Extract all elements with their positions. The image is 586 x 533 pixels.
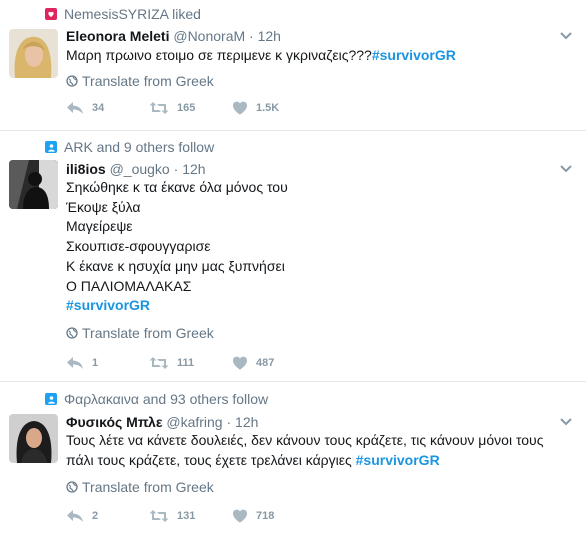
retweet-button[interactable]: 165 [149, 101, 232, 115]
tweet-line: Σκουπισε-σφουγγαρισε [66, 238, 211, 255]
tweet-context: Φαρλακαινα and 93 others follow [45, 391, 268, 407]
translate-label[interactable]: Translate from Greek [82, 325, 214, 341]
reply-icon [67, 357, 83, 369]
heart-icon [232, 356, 248, 370]
translate-link[interactable]: Translate from Greek [66, 73, 214, 89]
tweet-line: Μαρη πρωινο ετοιμο σε περιμενε κ γκριναζ… [66, 47, 372, 63]
tweet-line: πάλι τους κράζετε, τους έχετε τρελάνει κ… [66, 451, 352, 468]
heart-icon [232, 509, 248, 523]
tweet-actions: 2 131 718 [66, 509, 315, 523]
timestamp[interactable]: 12h [182, 161, 205, 177]
translate-link[interactable]: Translate from Greek [66, 325, 214, 341]
person-badge-icon [45, 393, 57, 405]
person-badge-icon [45, 141, 57, 153]
tweet-text: Τους λέτε να κάνετε δουλειές, δεν κάνουν… [66, 431, 578, 470]
avatar[interactable] [9, 160, 58, 209]
tweet-card[interactable]: Φαρλακαινα and 93 others follow Φυσικός … [0, 382, 586, 533]
tweet-text: Μαρη πρωινο ετοιμο σε περιμενε κ γκριναζ… [66, 46, 566, 66]
like-count: 1.5K [256, 102, 280, 114]
reply-icon [67, 102, 83, 114]
user-handle[interactable]: @NonoraM [173, 28, 245, 44]
tweet-text: Σηκώθηκε κ τα έκανε όλα μόνος του Έκοψε … [66, 178, 566, 316]
like-count: 718 [256, 510, 275, 522]
user-handle[interactable]: @_ougko [110, 161, 170, 177]
context-text[interactable]: NemesisSYRIZA liked [64, 6, 201, 22]
avatar[interactable] [9, 414, 58, 463]
reply-count: 2 [92, 510, 99, 522]
retweet-count: 131 [177, 510, 196, 522]
reply-count: 1 [92, 357, 99, 369]
retweet-icon [149, 510, 169, 522]
globe-icon [66, 327, 78, 339]
reply-icon [67, 510, 83, 522]
translate-label[interactable]: Translate from Greek [82, 479, 214, 495]
display-name[interactable]: Eleonora Meleti [66, 28, 169, 44]
tweet-line: Κ έκανε κ ησυχία μην μας ξυπνήσει [66, 257, 285, 274]
like-count: 487 [256, 357, 275, 369]
tweet-card[interactable]: NemesisSYRIZA liked Eleonora Meleti @Non… [0, 0, 586, 131]
timestamp[interactable]: 12h [235, 414, 258, 430]
heart-badge-icon [45, 8, 57, 20]
retweet-button[interactable]: 111 [149, 356, 232, 370]
chevron-down-icon[interactable] [559, 31, 573, 41]
user-handle[interactable]: @kafring [166, 414, 222, 430]
tweet-line: Τους λέτε να κάνετε δουλειές, δεν κάνουν… [66, 432, 544, 448]
reply-button[interactable]: 1 [66, 356, 149, 370]
like-button[interactable]: 1.5K [232, 101, 315, 115]
retweet-button[interactable]: 131 [149, 509, 232, 523]
avatar[interactable] [9, 29, 58, 78]
display-name[interactable]: ili8ios [66, 161, 106, 177]
globe-icon [66, 75, 78, 87]
context-text[interactable]: ARK and 9 others follow [64, 139, 214, 155]
globe-icon [66, 481, 78, 493]
tweet-actions: 1 111 487 [66, 356, 315, 370]
tweet-line: Ο ΠΑΛΙΟΜΑΛΑΚΑΣ [66, 277, 192, 294]
retweet-count: 111 [177, 357, 195, 369]
hashtag-link[interactable]: #survivorGR [356, 452, 440, 468]
tweet-actions: 34 165 1.5K [66, 101, 315, 115]
translate-label[interactable]: Translate from Greek [82, 73, 214, 89]
reply-count: 34 [92, 102, 105, 114]
chevron-down-icon[interactable] [559, 164, 573, 174]
display-name[interactable]: Φυσικός Μπλε [66, 414, 162, 430]
separator-dot: · [249, 28, 254, 44]
timestamp[interactable]: 12h [258, 28, 281, 44]
retweet-icon [149, 357, 169, 369]
like-button[interactable]: 487 [232, 356, 315, 370]
tweet-line: Μαγείρεψε [66, 218, 133, 235]
hashtag-link[interactable]: #survivorGR [372, 47, 456, 63]
tweet-line: Έκοψε ξύλα [66, 198, 141, 215]
reply-button[interactable]: 2 [66, 509, 149, 523]
chevron-down-icon[interactable] [559, 417, 573, 427]
separator-dot: · [173, 161, 179, 177]
tweet-card[interactable]: ARK and 9 others follow ili8ios @_ougko … [0, 131, 586, 382]
like-button[interactable]: 718 [232, 509, 315, 523]
reply-button[interactable]: 34 [66, 101, 149, 115]
translate-link[interactable]: Translate from Greek [66, 479, 214, 495]
tweet-context: ARK and 9 others follow [45, 139, 214, 155]
heart-icon [232, 101, 248, 115]
context-text[interactable]: Φαρλακαινα and 93 others follow [64, 391, 268, 407]
tweet-context: NemesisSYRIZA liked [45, 6, 201, 22]
separator-dot: · [226, 414, 232, 430]
retweet-count: 165 [177, 102, 196, 114]
retweet-icon [149, 102, 169, 114]
tweet-line: Σηκώθηκε κ τα έκανε όλα μόνος του [66, 179, 288, 195]
hashtag-link[interactable]: #survivorGR [66, 297, 150, 313]
